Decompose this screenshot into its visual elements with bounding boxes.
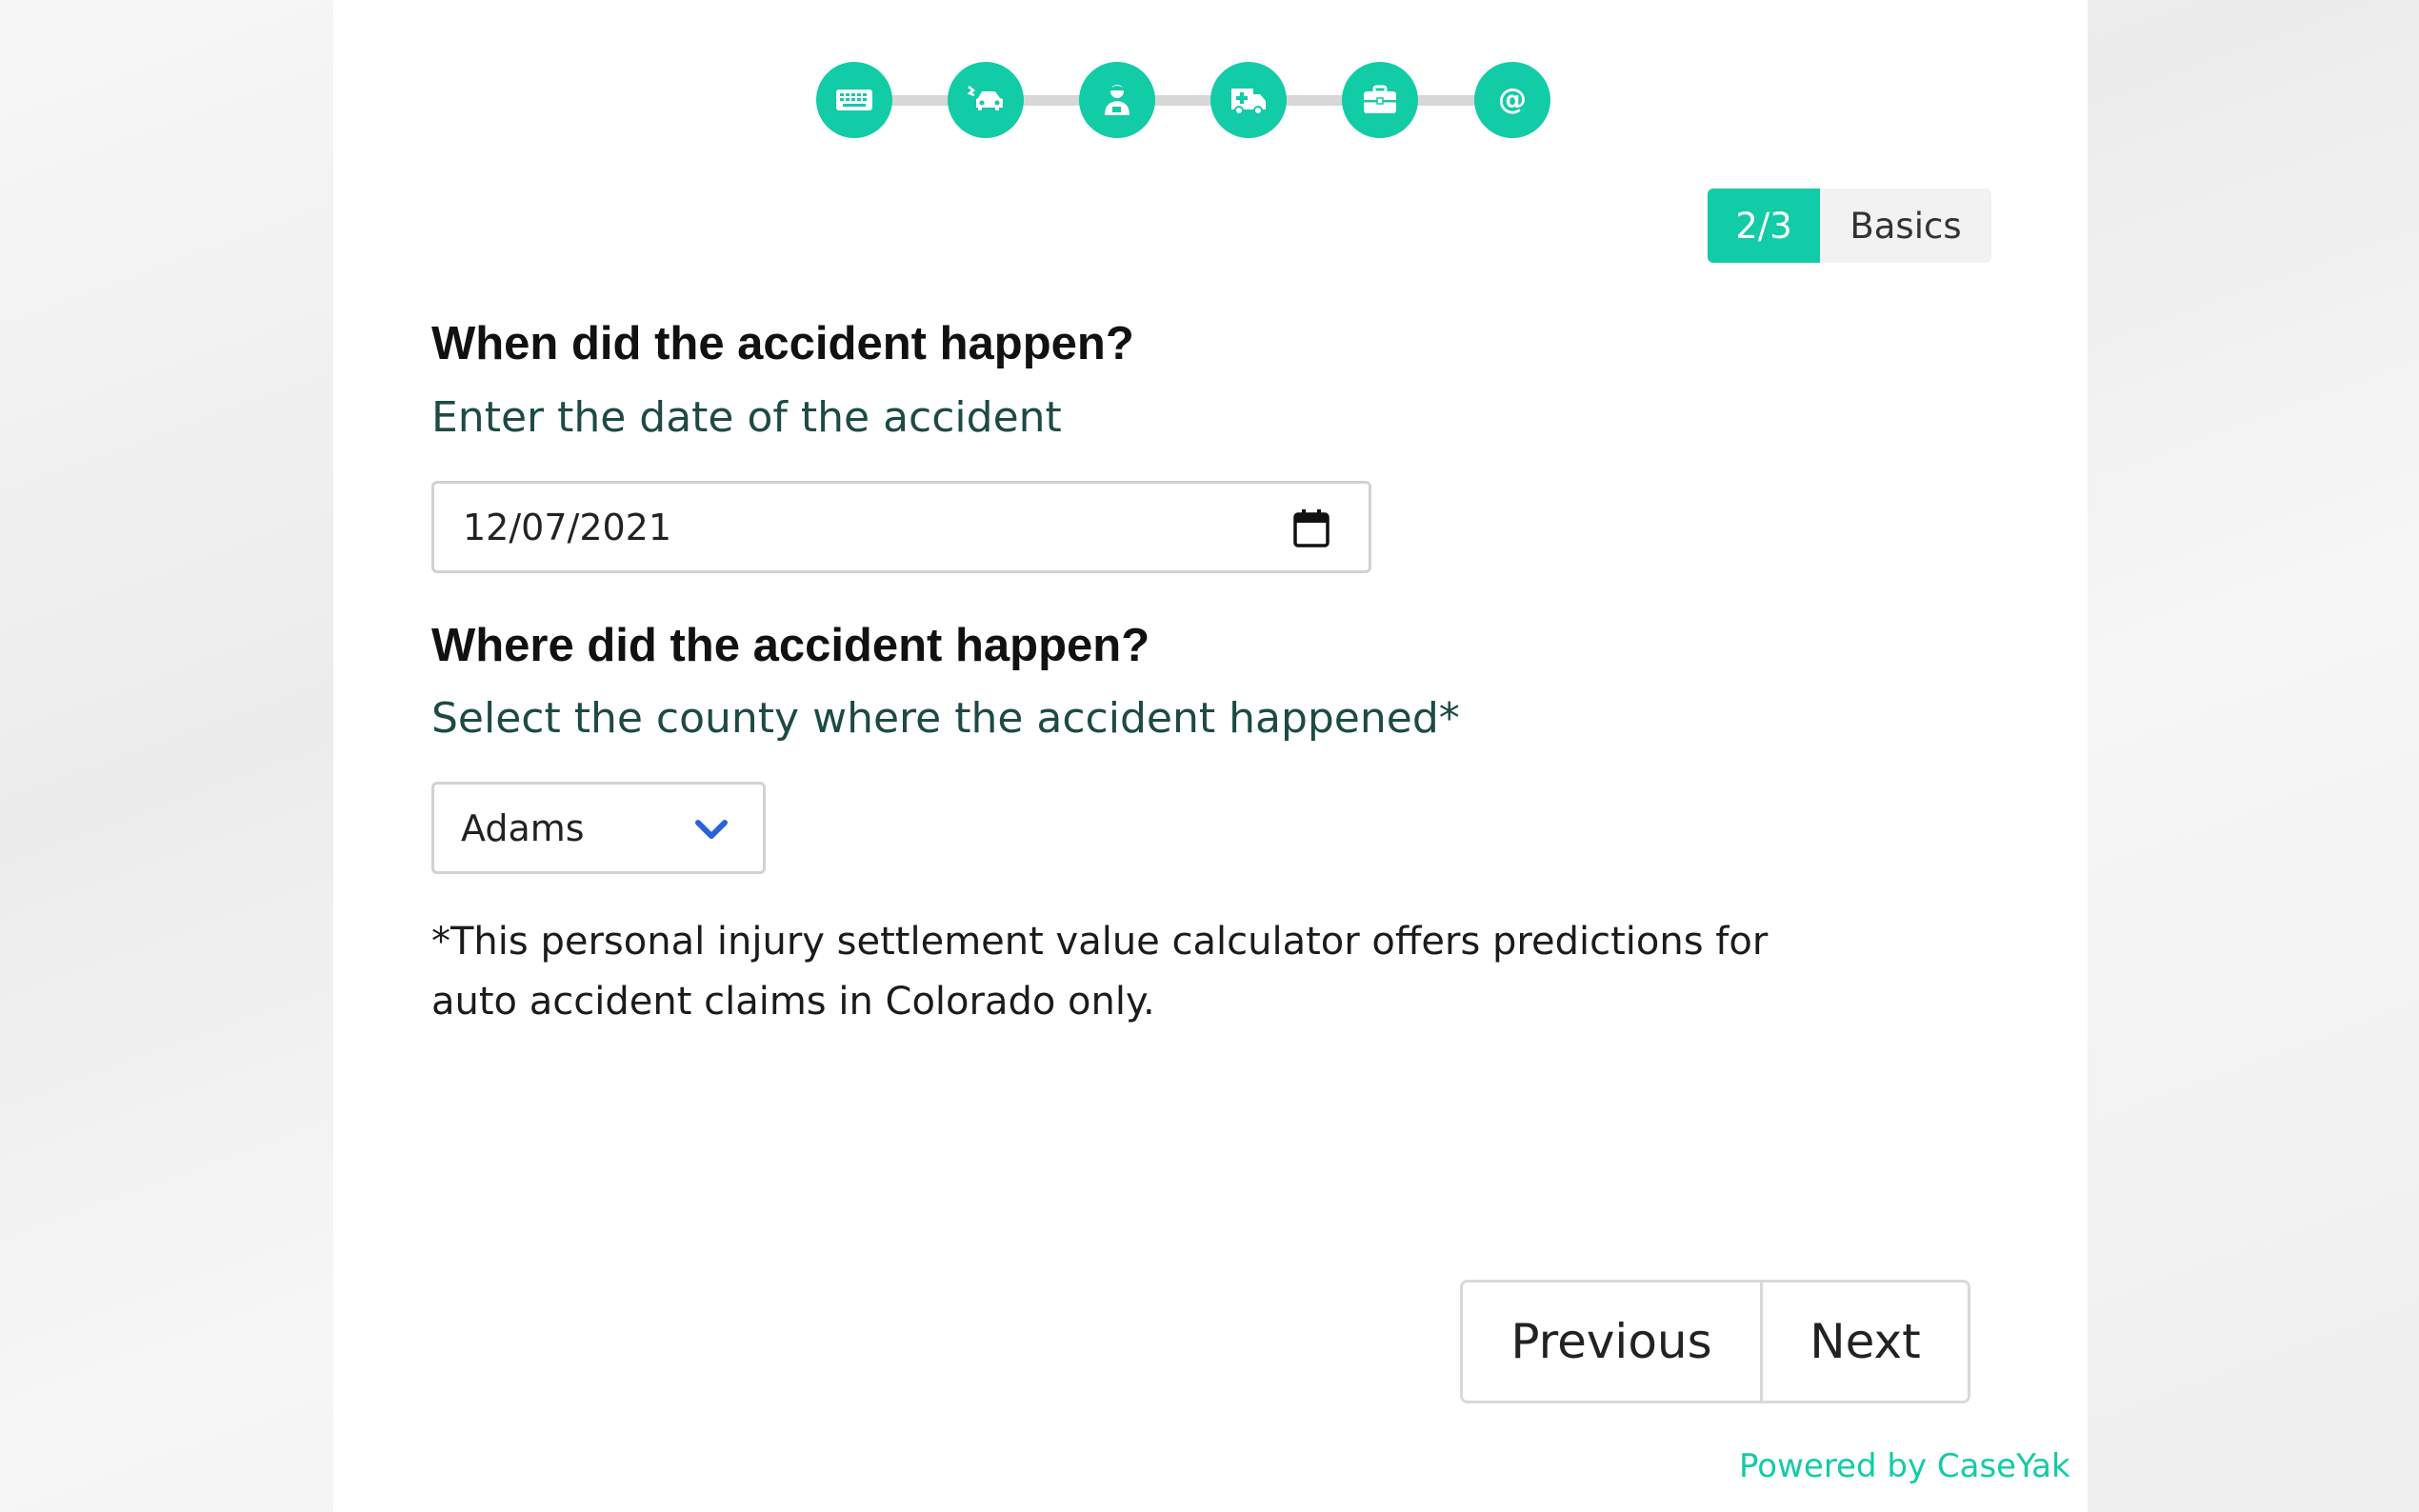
keyboard-icon (836, 90, 872, 110)
section-count: 2/3 (1708, 189, 1820, 263)
date-question-subtitle: Enter the date of the accident (431, 393, 1062, 442)
ambulance-icon (1231, 89, 1266, 115)
car-crash-icon (967, 86, 1003, 110)
powered-by-link[interactable]: Powered by CaseYak (1739, 1447, 2070, 1485)
disclaimer-text: *This personal injury settlement value c… (431, 920, 1769, 1024)
step-4-ambulance[interactable] (1210, 62, 1287, 138)
location-question-subtitle: Select the county where the accident hap… (431, 694, 1460, 743)
step-2-car-crash[interactable] (948, 62, 1024, 138)
chevron-down-icon (695, 820, 728, 839)
county-selected-value: Adams (461, 806, 585, 849)
step-6-contact[interactable]: @ (1474, 62, 1550, 138)
step-3-injured-person[interactable] (1079, 62, 1155, 138)
accident-date-value: 12/07/2021 (463, 506, 672, 548)
section-name: Basics (1820, 189, 1991, 263)
step-1-keyboard[interactable] (816, 62, 892, 138)
date-question-title: When did the accident happen? (431, 318, 1134, 369)
next-button[interactable]: Next (1763, 1283, 1968, 1401)
svg-text:@: @ (1498, 83, 1527, 116)
at-sign-icon: @ (1498, 83, 1527, 116)
navigation-buttons: Previous Next (1460, 1280, 1970, 1403)
section-progress-badge: 2/3 Basics (1708, 189, 1991, 263)
calendar-icon[interactable] (1292, 508, 1330, 548)
accident-date-input[interactable]: 12/07/2021 (431, 481, 1371, 573)
step-5-briefcase[interactable] (1342, 62, 1418, 138)
user-injured-icon (1105, 85, 1130, 115)
location-question-title: Where did the accident happen? (431, 620, 1150, 671)
county-select[interactable]: Adams (431, 782, 766, 874)
previous-button[interactable]: Previous (1463, 1283, 1763, 1401)
briefcase-icon (1364, 85, 1396, 113)
progress-stepper: @ (816, 62, 1550, 138)
